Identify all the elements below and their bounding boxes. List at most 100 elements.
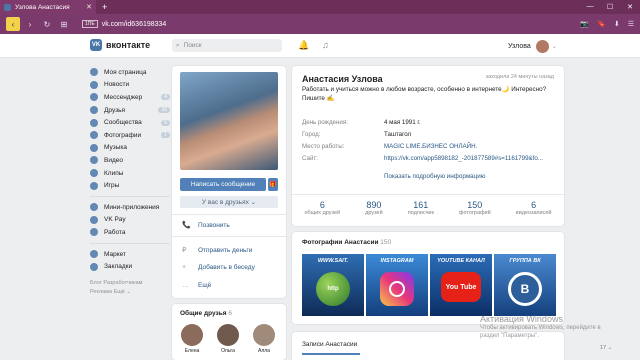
music-icon[interactable]: ♫ — [322, 40, 329, 50]
counter-badge: 16 — [158, 107, 170, 114]
menu-item-my-page[interactable]: Моя страница — [90, 66, 170, 79]
menu-item-communities[interactable]: Сообщества 5 — [90, 116, 170, 129]
tab-underline — [302, 353, 360, 355]
market-icon — [90, 250, 98, 259]
home-icon — [90, 68, 98, 77]
photo-thumb[interactable]: ГРУППА ВК B — [494, 254, 556, 316]
call-action[interactable]: 📞 Позвонить — [182, 221, 230, 230]
menu-item-label: Музыка — [104, 144, 127, 152]
stat-common-friends[interactable]: 6 общих друзей — [305, 200, 341, 216]
stat-number: 6 — [531, 200, 537, 210]
download-icon[interactable]: ⬇ — [614, 20, 620, 28]
protocol-badge: 1ПЕ — [82, 20, 98, 28]
camera-icon[interactable]: 📷 — [580, 20, 589, 28]
info-key: Город: — [302, 131, 321, 138]
in-friends-button[interactable]: У вас в друзьях ⌄ — [180, 196, 278, 208]
add-to-chat-action[interactable]: + Добавить в беседу — [182, 264, 255, 271]
watermark-text: Чтобы активировать Windows, перейдите в — [480, 325, 601, 331]
message-icon — [90, 93, 98, 102]
friends-title-text: Общие друзья — [180, 310, 227, 317]
common-friends-title[interactable]: Общие друзья 6 — [180, 310, 232, 317]
footer-links-2[interactable]: Реклама Ещё ⌄ — [90, 288, 170, 297]
menu-item-label: Моя страница — [104, 68, 147, 76]
maximize-button[interactable]: ☐ — [600, 3, 620, 11]
menu-item-label: Видео — [104, 156, 123, 164]
info-value[interactable]: Таштагол — [384, 131, 411, 138]
footer-links-1[interactable]: Блог Разработчикам — [90, 279, 170, 288]
grid-icon[interactable]: ⊞ — [57, 17, 71, 31]
info-value[interactable]: 4 мая 1991 г. — [384, 119, 421, 126]
menu-item-messenger[interactable]: Мессенджер 4 — [90, 91, 170, 104]
stat-label: фотографий — [458, 210, 491, 216]
photo-thumb[interactable]: WWW.SAIT. http — [302, 254, 364, 316]
apps-icon — [90, 203, 98, 212]
stat-videos[interactable]: 6 видеозаписей — [516, 200, 552, 216]
send-message-button[interactable]: Написать сообщение — [180, 178, 266, 191]
avatar-card: Написать сообщение 🎁 У вас в друзьях ⌄ 📞… — [172, 66, 286, 298]
vk-logo[interactable]: VK вконтакте — [90, 39, 150, 51]
back-button[interactable]: ‹ — [6, 17, 20, 31]
profile-status: Работать и учиться можно в любом возраст… — [302, 86, 547, 102]
forward-button[interactable]: › — [23, 17, 37, 31]
info-key: День рождения: — [302, 119, 348, 126]
friend-item[interactable]: Ольга — [216, 324, 240, 354]
menu-item-vkpay[interactable]: VK Pay — [90, 214, 170, 227]
instagram-icon — [380, 272, 414, 306]
video-icon — [90, 156, 98, 165]
bookmark-icon[interactable]: 🔖 — [597, 20, 606, 28]
menu-item-work[interactable]: Работа — [90, 226, 170, 239]
photo-icon — [90, 131, 98, 140]
photos-title[interactable]: Фотографии Анастасии 150 — [302, 239, 391, 246]
menu-item-games[interactable]: Игры — [90, 179, 170, 192]
counter-badge: 4 — [161, 94, 170, 101]
stat-photos[interactable]: 150 фотографий — [459, 200, 491, 216]
friend-item[interactable]: Алла — [252, 324, 276, 354]
reload-button[interactable]: ↻ — [40, 17, 54, 31]
url-input[interactable]: vk.com/id636198334 — [102, 21, 167, 28]
browser-tab[interactable]: Узлова Анастасия ✕ — [0, 0, 96, 14]
address-bar: ‹ › ↻ ⊞ 1ПЕ vk.com/id636198334 📷 🔖 ⬇ ☰ — [0, 14, 640, 34]
stat-label: друзей — [365, 210, 383, 216]
gift-icon[interactable]: 🎁 — [268, 178, 278, 191]
minimize-button[interactable]: — — [580, 3, 600, 11]
user-menu[interactable]: Узлова ⌄ — [508, 40, 557, 53]
more-action[interactable]: … Ещё — [182, 282, 211, 289]
window-close-button[interactable]: ✕ — [620, 3, 640, 11]
menu-item-photos[interactable]: Фотографии 1 — [90, 129, 170, 142]
profile-stats: 6 общих друзей 890 друзей 161 подписчик 150… — [292, 194, 564, 216]
games-icon — [90, 181, 98, 190]
info-value[interactable]: https://vk.com/app5898182_-201877589#s=1… — [384, 155, 543, 162]
photo-thumb[interactable]: YOUTUBE КАНАЛ You Tube — [430, 254, 492, 316]
menu-item-music[interactable]: Музыка — [90, 142, 170, 155]
info-value[interactable]: MAGIC LIME.БИЗНЕС ОНЛАЙН. — [384, 143, 477, 150]
stat-friends[interactable]: 890 друзей — [365, 200, 383, 216]
chevron-down-icon: ⌄ — [551, 44, 557, 50]
stat-followers[interactable]: 161 подписчик — [408, 200, 434, 216]
menu-item-clips[interactable]: Клипы — [90, 167, 170, 180]
photo-thumb[interactable]: INSTAGRAM — [366, 254, 428, 316]
menu-item-video[interactable]: Видео — [90, 154, 170, 167]
menu-item-label: Закладки — [104, 263, 133, 271]
tab-close-icon[interactable]: ✕ — [86, 3, 92, 11]
menu-item-market[interactable]: Маркет — [90, 248, 170, 261]
tab-posts[interactable]: Записи Анастасии — [302, 341, 357, 348]
menu-icon[interactable]: ☰ — [628, 20, 634, 28]
more-icon: … — [182, 282, 189, 289]
show-more-link[interactable]: Показать подробную информацию — [384, 173, 486, 180]
watermark-text: раздел "Параметры". — [480, 333, 539, 339]
profile-photo[interactable] — [180, 72, 278, 170]
menu-item-label: Игры — [104, 182, 120, 190]
menu-item-friends[interactable]: Друзья 16 — [90, 104, 170, 117]
menu-item-news[interactable]: Новости — [90, 79, 170, 92]
new-tab-button[interactable]: + — [102, 2, 107, 12]
menu-item-mini-apps[interactable]: Мини-приложения — [90, 201, 170, 214]
menu-item-bookmarks[interactable]: Закладки — [90, 260, 170, 273]
friend-name: Ольга — [221, 348, 235, 354]
profile-name: Анастасия Узлова — [302, 74, 383, 84]
bell-icon[interactable]: 🔔 — [298, 40, 309, 51]
send-money-action[interactable]: ₽ Отправить деньги — [182, 246, 252, 255]
friend-item[interactable]: Елена — [180, 324, 204, 354]
search-input[interactable]: ⌕ Поиск — [172, 39, 282, 52]
counter-badge: 5 — [161, 119, 170, 126]
work-icon — [90, 228, 98, 237]
